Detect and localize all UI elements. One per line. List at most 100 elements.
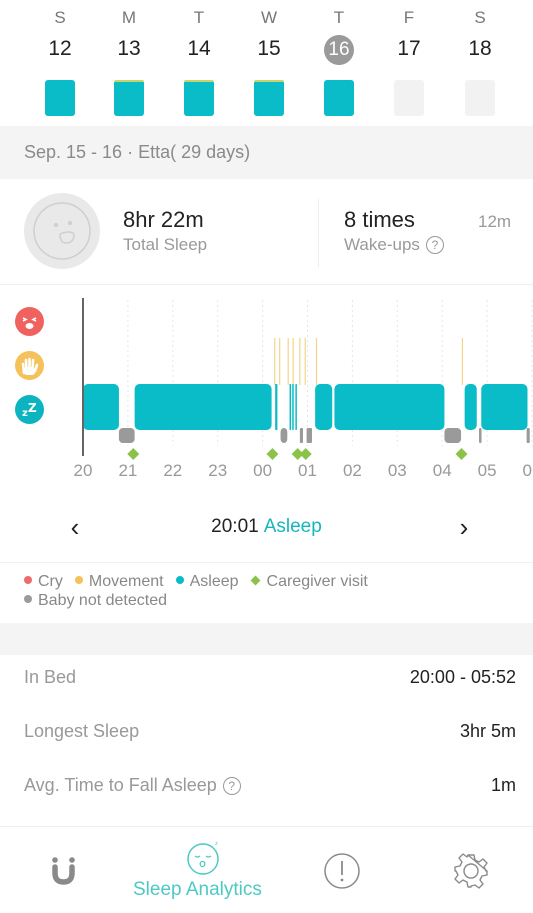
timeline-svg[interactable]: 20 21 22 23 00 01 02 03 04 05 06: [0, 286, 533, 496]
event-status: Asleep: [263, 516, 322, 537]
day-sun[interactable]: S 12: [30, 0, 90, 125]
not-detected-segment: [444, 428, 462, 443]
week-strip: S 12 M 13 T 14 W 15 T 16 F 17 S 18: [0, 0, 533, 125]
day-sleep-bar-empty[interactable]: [394, 80, 424, 116]
chevron-right-icon[interactable]: ›: [449, 512, 479, 542]
stat-label: In Bed: [24, 667, 77, 687]
asleep-segment: [481, 384, 528, 430]
not-detected-segment: [280, 428, 288, 443]
day-date: 12: [48, 37, 72, 60]
tab-settings[interactable]: [435, 828, 505, 913]
x-tick-label: 06: [523, 461, 533, 480]
selected-date-badge: 16: [324, 35, 354, 65]
total-sleep-value: 8hr 22m: [123, 207, 204, 232]
x-tick-label: 20: [74, 461, 93, 480]
x-tick-label: 21: [118, 461, 137, 480]
day-date: 13: [117, 37, 141, 60]
tab-alerts[interactable]: [310, 828, 380, 913]
day-sleep-bar[interactable]: [114, 80, 144, 116]
day-fri[interactable]: F 17: [379, 0, 439, 125]
stat-time-to-fall-asleep: Avg. Time to Fall Asleep? 1m: [0, 763, 533, 813]
day-sleep-bar[interactable]: [184, 80, 214, 116]
caregiver-visit-marker: [299, 448, 312, 460]
day-sleep-bar[interactable]: [254, 80, 284, 116]
legend-label: Baby not detected: [38, 592, 167, 609]
legend-asleep: Asleep: [175, 573, 239, 591]
day-wed[interactable]: W 15: [239, 0, 299, 125]
day-tue[interactable]: T 14: [169, 0, 229, 125]
day-sat[interactable]: S 18: [450, 0, 510, 125]
tab-home[interactable]: [30, 828, 100, 913]
legend-movement: Movement: [74, 573, 164, 591]
x-tick-label: 04: [433, 461, 452, 480]
wakeups-label: Wake-ups: [344, 235, 420, 254]
legend-caregiver: Caregiver visit: [250, 573, 368, 591]
day-date: 14: [187, 37, 211, 60]
stat-in-bed: In Bed 20:00 - 05:52: [0, 655, 533, 705]
sleep-timeline-chart[interactable]: z Z 2021222300010203040506: [0, 286, 533, 496]
not-detected-segment: [306, 428, 312, 443]
chart-legend: Cry Movement Asleep Caregiver visit Baby no…: [0, 562, 533, 622]
day-sleep-bar[interactable]: [45, 80, 75, 116]
tab-sleep-analytics[interactable]: z Sleep Analytics: [120, 828, 290, 913]
day-of-week: T: [193, 8, 205, 27]
section-spacer: [0, 623, 533, 655]
day-of-week: M: [121, 8, 137, 27]
smile-u-icon: [52, 857, 75, 885]
x-tick-label: 00: [253, 461, 272, 480]
stat-label: Longest Sleep: [24, 721, 140, 741]
asleep-segment: [292, 384, 294, 430]
date-range-text: Sep. 15 - 16 · Etta( 29 days): [24, 142, 251, 162]
legend-label: Cry: [38, 573, 63, 590]
legend-row-1: Cry Movement Asleep Caregiver visit: [24, 573, 533, 591]
day-of-week: T: [333, 8, 345, 27]
stat-label-row: Avg. Time to Fall Asleep?: [24, 775, 241, 796]
day-thu[interactable]: T 16: [309, 0, 369, 125]
bottom-tab-bar: z Sleep Analytics: [0, 828, 533, 913]
day-of-week: W: [260, 8, 278, 27]
x-tick-label: 03: [388, 461, 407, 480]
asleep-segment: [464, 384, 477, 430]
stat-value: 20:00 - 05:52: [409, 667, 516, 687]
x-tick-label: 02: [343, 461, 362, 480]
caregiver-visit-marker: [266, 448, 279, 460]
stat-label: Avg. Time to Fall Asleep: [24, 775, 217, 795]
legend-dot: [74, 576, 83, 584]
asleep-segment: [315, 384, 333, 430]
help-icon[interactable]: ?: [425, 236, 444, 254]
wakeups-duration: 12m: [478, 212, 512, 231]
day-mon[interactable]: M 13: [99, 0, 159, 125]
exclamation-circle-icon: [324, 853, 360, 889]
day-sleep-bar[interactable]: [324, 80, 354, 116]
legend-row-2: Baby not detected: [24, 592, 533, 610]
asleep-segment: [295, 384, 297, 430]
legend-diamond: [250, 575, 260, 586]
happy-face-icon: [24, 193, 100, 269]
caregiver-visit-marker: [127, 448, 140, 460]
not-detected-segment: [299, 428, 304, 443]
svg-text:z: z: [215, 841, 218, 847]
legend-dot: [24, 595, 32, 603]
not-detected-segment: [526, 428, 530, 443]
day-date-selected: 16: [309, 34, 369, 65]
legend-dot: [175, 576, 184, 584]
help-icon[interactable]: ?: [222, 777, 241, 795]
day-of-week: F: [403, 8, 415, 27]
wakeups-label-row: Wake-ups?: [344, 235, 444, 255]
stat-value: 3hr 5m: [459, 721, 516, 741]
asleep-segment: [134, 384, 272, 430]
event-time: 20:01: [211, 516, 259, 537]
tab-label: Sleep Analytics: [133, 879, 262, 900]
day-sleep-bar-empty[interactable]: [465, 80, 495, 116]
stat-value: 1m: [490, 775, 516, 795]
legend-dot: [24, 576, 32, 584]
day-date: 17: [397, 37, 421, 60]
wakeups-value: 8 times: [344, 207, 415, 232]
not-detected-segment: [118, 428, 135, 443]
asleep-segment: [275, 384, 278, 430]
asleep-segment: [83, 384, 119, 430]
legend-label: Movement: [88, 573, 164, 590]
divider: [318, 199, 319, 267]
day-of-week: S: [54, 8, 66, 27]
x-tick-label: 23: [208, 461, 227, 480]
